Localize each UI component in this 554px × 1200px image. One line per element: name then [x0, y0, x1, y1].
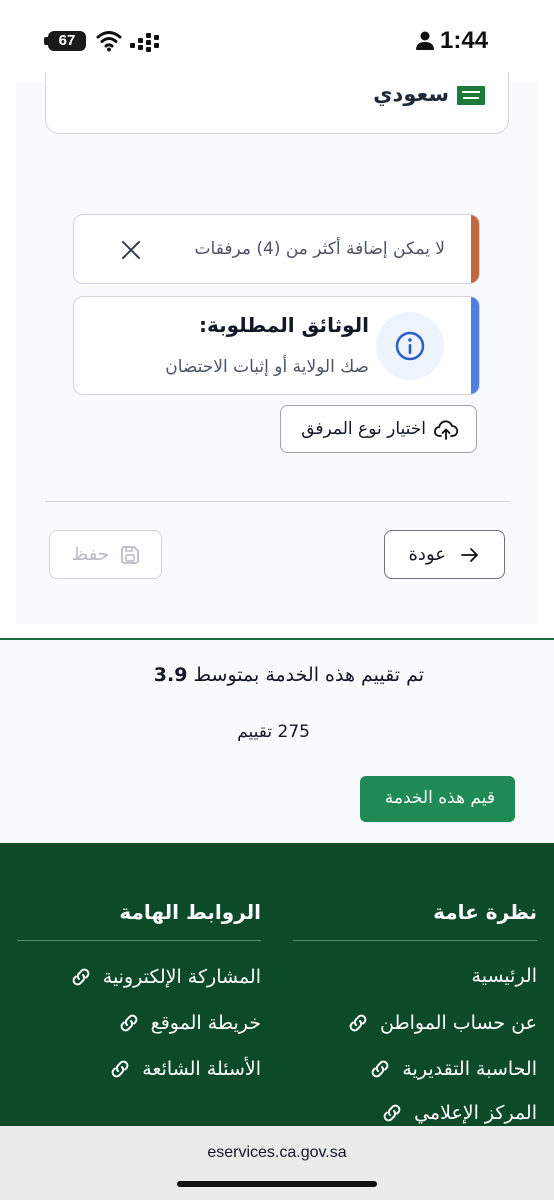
footer-link-about[interactable]: عن حساب المواطن	[346, 1011, 537, 1035]
footer-link-label: خريطة الموقع	[150, 1012, 261, 1034]
footer-link-label: الرئيسية	[471, 965, 537, 987]
footer-link-label: عن حساب المواطن	[380, 1012, 537, 1034]
choose-attachment-type-label: اختيار نوع المرفق	[301, 419, 426, 439]
overview-title: نظرة عامة	[433, 900, 537, 924]
important-links-divider	[17, 940, 261, 941]
info-stripe	[471, 297, 479, 394]
required-documents-title: الوثائق المطلوبة:	[198, 313, 369, 337]
battery-icon: 67	[48, 31, 86, 51]
footer-link-faq[interactable]: الأسئلة الشائعة	[108, 1057, 261, 1081]
home-indicator[interactable]	[177, 1181, 377, 1187]
rate-service-label: قيم هذه الخدمة	[384, 788, 495, 808]
attachment-limit-message: لا يمكن إضافة أكثر من (4) مرفقات	[194, 239, 445, 259]
link-icon	[349, 1014, 367, 1032]
footer-link-media-center[interactable]: المركز الإعلامي	[380, 1101, 537, 1125]
rate-service-button[interactable]: قيم هذه الخدمة	[360, 776, 515, 822]
status-bar: 67 1:44	[0, 0, 554, 82]
rating-summary: تم تقييم هذه الخدمة بمتوسط 3.9	[154, 664, 424, 686]
rating-section: تم تقييم هذه الخدمة بمتوسط 3.9 275 تقييم…	[0, 640, 554, 843]
nationality-card: سعودي	[45, 72, 509, 134]
footer-link-label: الحاسبة التقديرية	[402, 1058, 537, 1080]
footer-link-e-participation[interactable]: المشاركة الإلكترونية	[69, 965, 261, 989]
back-button[interactable]: عودة	[384, 530, 505, 579]
overview-divider	[293, 940, 537, 941]
rating-average: 3.9	[153, 664, 188, 686]
cloud-upload-icon	[434, 420, 458, 440]
wifi-icon	[96, 31, 122, 52]
site-footer: نظرة عامة الروابط الهامة الرئيسية عن حسا…	[0, 843, 554, 1143]
browser-address-bar[interactable]: eservices.ca.gov.sa	[0, 1126, 554, 1200]
footer-link-home[interactable]: الرئيسية	[472, 965, 537, 987]
arrow-right-icon	[461, 548, 478, 562]
saudi-flag-icon	[457, 86, 485, 105]
footer-link-label: المركز الإعلامي	[414, 1102, 537, 1124]
footer-link-sitemap[interactable]: خريطة الموقع	[117, 1011, 261, 1035]
close-icon[interactable]	[120, 239, 142, 261]
link-icon	[120, 1014, 137, 1032]
save-icon	[121, 546, 139, 564]
divider	[45, 501, 509, 502]
link-icon	[383, 1104, 401, 1122]
choose-attachment-type-button[interactable]: اختيار نوع المرفق	[280, 405, 477, 453]
required-documents-text: صك الولاية أو إثبات الاحتضان	[165, 357, 369, 377]
link-icon	[372, 1060, 389, 1078]
important-links-title: الروابط الهامة	[119, 900, 261, 924]
save-button[interactable]: حفظ	[49, 530, 162, 579]
info-icon	[376, 312, 444, 380]
attachment-limit-alert: لا يمكن إضافة أكثر من (4) مرفقات	[73, 214, 480, 284]
back-label: عودة	[408, 544, 447, 565]
save-label: حفظ	[71, 544, 109, 565]
warning-stripe	[471, 215, 479, 283]
footer-link-label: المشاركة الإلكترونية	[102, 966, 261, 988]
nationality-value: سعودي	[373, 82, 449, 106]
required-documents-alert: الوثائق المطلوبة: صك الولاية أو إثبات ال…	[73, 296, 480, 395]
rating-summary-text: تم تقييم هذه الخدمة بمتوسط	[193, 664, 425, 686]
footer-link-calculator[interactable]: الحاسبة التقديرية	[368, 1057, 537, 1081]
cellular-icon	[130, 33, 159, 52]
person-icon	[416, 31, 434, 50]
footer-link-label: الأسئلة الشائعة	[142, 1058, 261, 1080]
clock: 1:44	[440, 27, 489, 54]
rating-count: 275 تقييم	[237, 722, 310, 742]
link-icon	[111, 1060, 129, 1078]
link-icon	[72, 968, 90, 986]
browser-url[interactable]: eservices.ca.gov.sa	[0, 1144, 554, 1162]
